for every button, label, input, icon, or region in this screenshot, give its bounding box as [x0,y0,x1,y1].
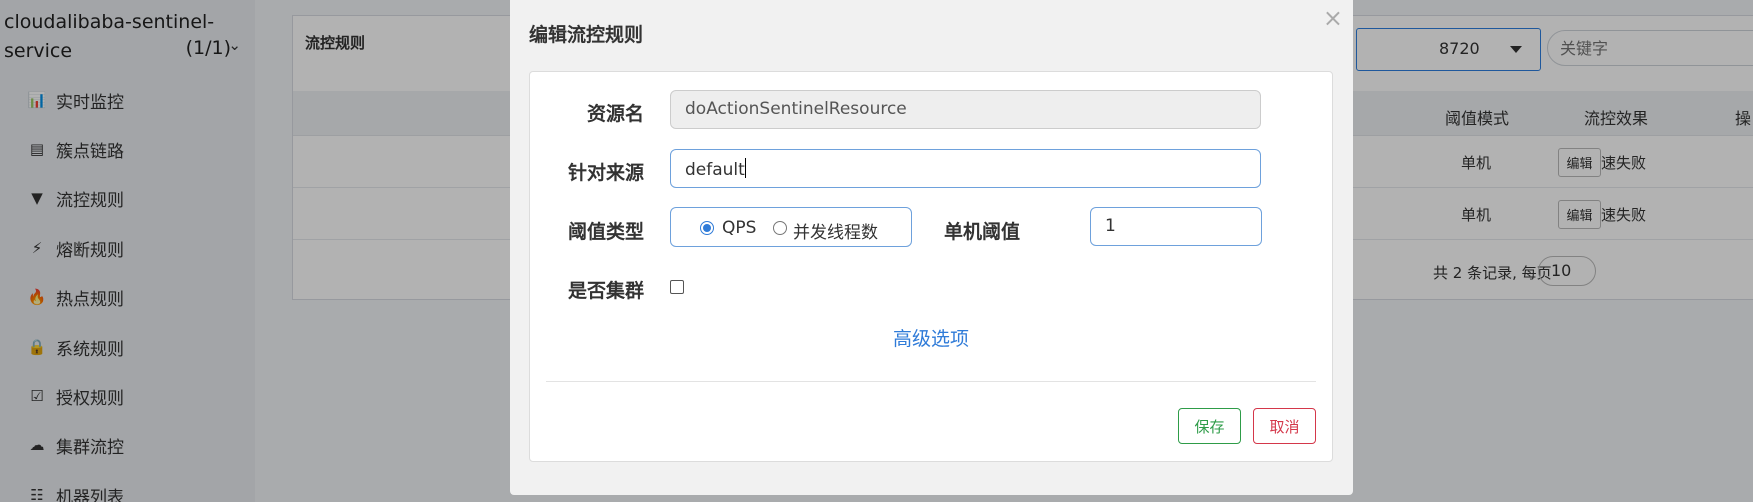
radio-qps-label[interactable]: QPS [722,218,756,238]
origin-label: 针对来源 [567,162,644,184]
threshold-type-radio-group: QPS 并发线程数 [670,207,912,247]
resource-name-label: 资源名 [586,103,644,125]
cluster-mode-checkbox[interactable] [670,280,684,294]
origin-input-value: default [685,160,745,180]
cancel-button[interactable]: 取消 [1253,408,1316,444]
edit-flow-rule-dialog: 编辑流控规则 × 资源名 doActionSentinelResource 针对… [510,0,1353,495]
save-button[interactable]: 保存 [1178,408,1241,444]
radio-thread-count-label[interactable]: 并发线程数 [793,218,878,243]
advanced-options-link[interactable]: 高级选项 [893,324,969,351]
single-threshold-input[interactable]: 1 [1090,207,1262,246]
text-cursor [744,158,746,178]
threshold-type-label: 阈值类型 [567,221,644,243]
origin-input[interactable]: default [670,149,1261,188]
radio-qps[interactable] [700,221,714,235]
close-icon[interactable]: × [1323,4,1343,32]
resource-name-field: doActionSentinelResource [670,90,1261,129]
single-threshold-label: 单机阈值 [943,221,1020,243]
cluster-mode-label: 是否集群 [567,280,644,302]
dialog-form: 资源名 doActionSentinelResource 针对来源 defaul… [529,71,1333,462]
divider [546,381,1316,382]
radio-thread-count[interactable] [773,221,787,235]
dialog-title: 编辑流控规则 [529,24,644,46]
